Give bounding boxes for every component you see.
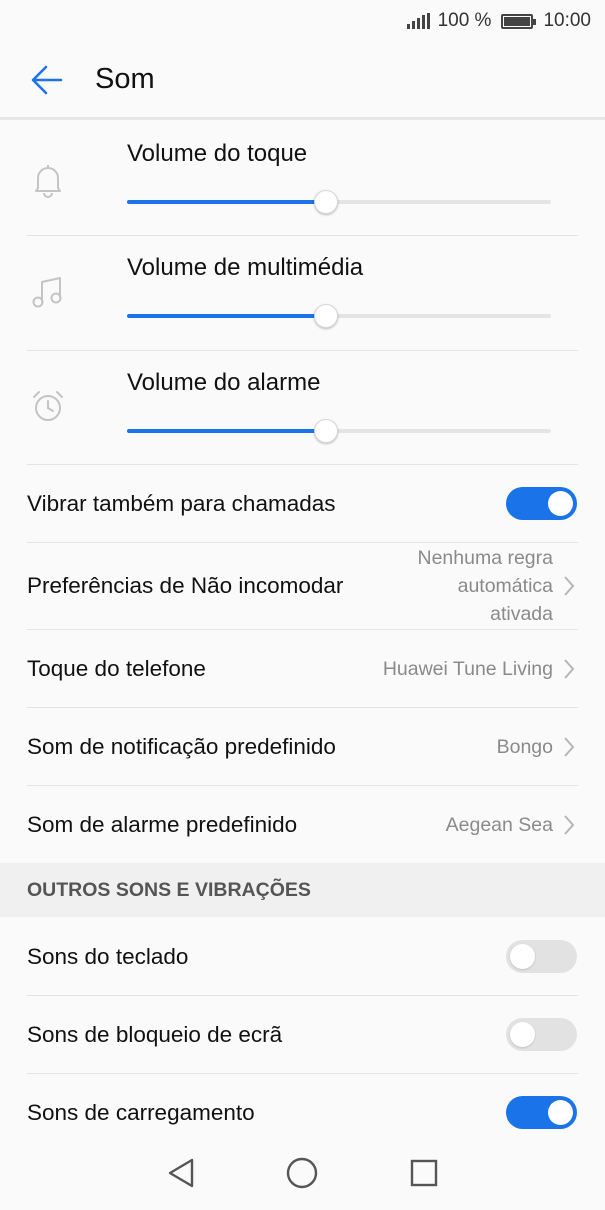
nav-home-button[interactable] [272,1143,332,1203]
ringtone-row[interactable]: Toque do telefone Huawei Tune Living [0,630,605,707]
status-bar: 100 % 10:00 [0,0,605,42]
back-button[interactable] [17,50,77,110]
volume-row-alarm: Volume do alarme [0,351,605,465]
dnd-value: Nenhuma regra automática ativada [417,547,554,625]
volume-label: Volume de multimédia [127,254,364,281]
ringtone-volume-slider[interactable] [127,189,551,215]
notification-sound-label: Som de notificação predefinido [27,733,336,759]
circle-home-icon [287,1157,318,1189]
vibrate-calls-row[interactable]: Vibrar também para chamadas [0,465,605,542]
dnd-preferences-row[interactable]: Preferências de Não incomodar Nenhuma re… [0,543,605,629]
slider-thumb[interactable] [314,419,339,443]
ringtone-value: Huawei Tune Living [382,657,553,680]
arrow-left-icon [31,65,63,94]
nav-recents-button[interactable] [394,1143,454,1203]
lock-sounds-row[interactable]: Sons de bloqueio de ecrã [0,996,605,1073]
square-recents-icon [410,1159,438,1187]
chevron-right-icon [563,736,577,758]
ringtone-label: Toque do telefone [27,655,206,681]
charging-sounds-toggle[interactable] [506,1096,577,1129]
battery-icon [501,13,537,29]
chevron-right-icon [563,658,577,680]
signal-icon [406,13,430,29]
nav-back-button[interactable] [151,1143,211,1203]
alarm-sound-row[interactable]: Som de alarme predefinido Aegean Sea [0,786,605,863]
keyboard-sounds-row[interactable]: Sons do teclado [0,918,605,995]
alarm-volume-slider[interactable] [127,418,551,444]
volume-row-media: Volume de multimédia [0,236,605,350]
volume-label: Volume do toque [127,140,308,167]
app-header: Som [0,42,605,120]
slider-thumb[interactable] [314,190,339,214]
dnd-label: Preferências de Não incomodar [27,573,344,598]
keyboard-sounds-toggle[interactable] [506,940,577,973]
battery-percentage: 100 % [437,10,492,31]
lock-sounds-label: Sons de bloqueio de ecrã [27,1021,283,1047]
bell-icon [35,165,61,198]
vibrate-calls-toggle[interactable] [506,487,577,520]
navigation-bar [0,1136,605,1210]
charging-sounds-label: Sons de carregamento [27,1099,255,1125]
vibrate-calls-label: Vibrar também para chamadas [27,490,336,516]
notification-sound-row[interactable]: Som de notificação predefinido Bongo [0,708,605,785]
media-volume-slider[interactable] [127,303,551,329]
volume-label: Volume do alarme [127,369,321,396]
chevron-right-icon [563,575,577,597]
alarm-sound-label: Som de alarme predefinido [27,811,298,837]
section-header-other-sounds: OUTROS SONS E VIBRAÇÕES [0,863,605,917]
music-note-icon [32,277,62,308]
page-title: Som [95,63,155,95]
alarm-sound-value: Aegean Sea [445,813,553,836]
chevron-right-icon [563,814,577,836]
volume-row-ringtone: Volume do toque [0,122,605,236]
triangle-back-icon [168,1158,194,1188]
keyboard-sounds-label: Sons do teclado [27,943,189,969]
notification-sound-value: Bongo [496,735,553,758]
lock-sounds-toggle[interactable] [506,1018,577,1051]
slider-thumb[interactable] [314,304,339,328]
clock: 10:00 [543,10,591,31]
alarm-clock-icon [33,391,63,421]
